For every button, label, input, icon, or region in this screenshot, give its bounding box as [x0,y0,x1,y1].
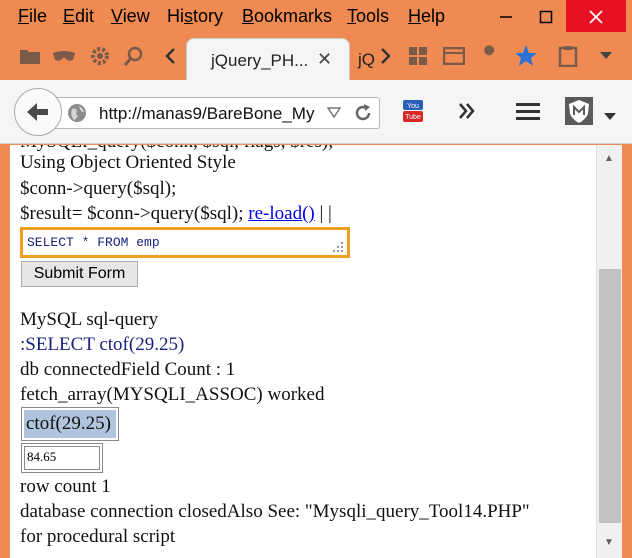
text-result-line: $result= $conn->query($sql); re-load() |… [20,203,332,225]
url-dropdown-icon[interactable] [326,106,342,124]
text-row-count: row count 1 [20,476,111,497]
tabs-scroll-right-icon[interactable] [374,44,398,68]
text-sql-query: :SELECT ctof(29.25) [20,334,185,355]
scrollbar-thumb[interactable] [599,269,621,523]
window-icon[interactable] [442,44,466,68]
resize-grip-icon[interactable] [332,241,344,253]
close-window-button[interactable] [566,0,626,32]
submit-form-button[interactable]: Submit Form [21,261,138,287]
chevron-down-icon[interactable] [594,44,618,68]
menu-tools[interactable]: Tools [347,6,389,27]
column-header-cell: ctof(29.25) [24,410,116,438]
tab-label: jQuery_PH... [211,51,309,70]
nav-toolbar: http://manas9/BareBone_My You Tube [0,80,632,144]
text-oo-style: Using Object Oriented Style [20,152,236,173]
overflow-chevrons-icon[interactable] [458,102,476,125]
hamburger-menu-icon[interactable] [516,102,540,127]
menu-history[interactable]: History [167,6,223,27]
grid-icon[interactable] [406,44,430,68]
text-conn-query: $conn->query($sql); [20,178,177,199]
star-icon[interactable] [514,44,538,68]
text-result-suffix: | | [319,203,332,224]
result-value: 84.65 [24,446,100,470]
result-table-header: ctof(29.25) [21,407,119,441]
maximize-button[interactable] [526,0,566,32]
url-text: http://manas9/BareBone_My [99,104,315,123]
text-fetch-status: fetch_array(MYSQLI_ASSOC) worked [20,384,325,405]
scroll-up-icon[interactable]: ▲ [604,153,614,164]
minimize-icon [500,16,512,18]
text-db-status: db connectedField Count : 1 [20,359,236,380]
search-icon[interactable] [122,44,146,68]
text-mysql-heading: MySQL sql-query [20,309,159,330]
svg-text:You: You [407,103,419,110]
svg-text:Tube: Tube [405,114,421,121]
mask-icon[interactable] [52,44,76,68]
maximize-icon [539,11,553,24]
tab-next[interactable]: jQ [358,50,375,70]
menu-help[interactable]: Help [408,6,445,27]
youtube-icon[interactable]: You Tube [400,98,426,129]
tabs-scroll-left-icon[interactable] [158,44,182,68]
globe-icon [67,103,87,128]
vertical-scrollbar[interactable]: ▲ ▼ [596,145,622,558]
text-result-prefix: $result= $conn->query($sql); [20,203,244,224]
browser-window: File Edit View History Bookmarks Tools H… [0,0,632,558]
menu-view[interactable]: View [111,6,150,27]
menu-edit[interactable]: Edit [63,6,94,27]
reload-icon[interactable] [353,103,373,128]
close-icon [589,10,603,24]
menu-file[interactable]: File [18,6,47,27]
page-content: MySQLi_query($conn, $sql, flags, $res); … [10,145,596,558]
mcafee-dropdown-icon[interactable] [604,108,616,126]
gear-icon[interactable] [88,44,112,68]
clipboard-icon[interactable] [556,44,580,68]
folder-icon[interactable] [18,44,42,68]
menu-bar: File Edit View History Bookmarks Tools H… [0,0,632,34]
text-connection-closed: database connection closedAlso See: "Mys… [20,501,530,522]
result-table-cell: 84.65 [21,443,103,473]
close-tab-icon[interactable]: ✕ [317,49,332,70]
tab-jquery-php[interactable]: jQuery_PH... ✕ [186,38,350,82]
back-arrow-icon [27,103,48,121]
scroll-down-icon[interactable]: ▼ [604,537,614,548]
sql-input-value: SELECT * FROM emp [27,235,160,250]
back-button[interactable] [14,88,62,136]
sql-input[interactable]: SELECT * FROM emp [20,227,350,258]
reload-link[interactable]: re-load() [248,203,314,224]
url-bar[interactable]: http://manas9/BareBone_My [54,97,380,129]
minimize-button[interactable] [486,0,526,32]
text-procedural: for procedural script [20,526,176,547]
wrench-icon[interactable] [478,44,502,68]
mcafee-shield-icon[interactable] [564,96,594,131]
tab-strip: jQuery_PH... ✕ jQ [0,34,632,82]
menu-bookmarks[interactable]: Bookmarks [242,6,332,27]
